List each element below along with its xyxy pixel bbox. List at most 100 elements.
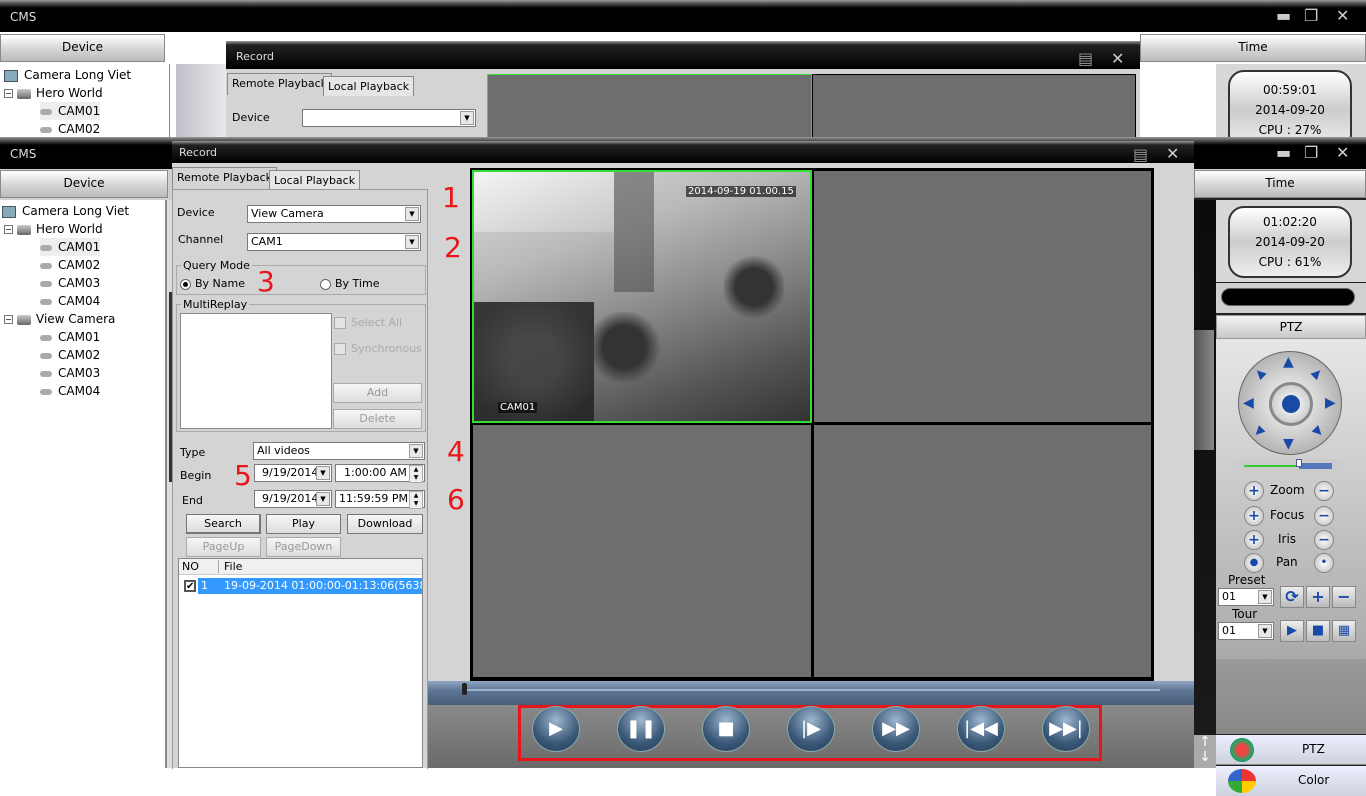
ptz-center[interactable] [1269, 382, 1313, 426]
page-up-button[interactable]: PageUp [186, 537, 261, 557]
type-select[interactable]: All videos ▼ [253, 442, 425, 460]
arrow-right-icon[interactable]: ▶ [1325, 395, 1336, 411]
multireplay-list[interactable] [180, 313, 332, 429]
focus-out-button[interactable]: − [1314, 506, 1334, 526]
download-button[interactable]: Download [347, 514, 423, 534]
maximize-icon[interactable]: ▤ [1078, 51, 1093, 67]
zoom-out-button[interactable]: − [1314, 481, 1334, 501]
collapse-icon[interactable]: − [4, 225, 13, 234]
tree-node[interactable]: Hero World [36, 86, 103, 100]
back-tab-local-playback[interactable]: Local Playback [323, 76, 415, 96]
close-icon[interactable]: ✕ [1111, 51, 1124, 67]
video-cell[interactable] [813, 170, 1152, 423]
minimize-icon[interactable]: ▬ [1276, 145, 1291, 161]
arrow-left-icon[interactable]: ◀ [1243, 395, 1254, 411]
tree-node-hero-world[interactable]: Hero World [36, 222, 103, 236]
table-row[interactable]: ✔ 1 19-09-2014 01:00:00-01:13:06(56384KB [179, 578, 422, 594]
tab-remote-playback[interactable]: Remote Playback [172, 167, 278, 189]
arrow-up-icon[interactable]: ▲ [1283, 354, 1294, 370]
restore-icon[interactable]: ❐ [1304, 145, 1318, 161]
close-icon[interactable]: ✕ [1336, 145, 1349, 161]
begin-date-picker[interactable]: 9/19/2014 ▼ [254, 464, 332, 482]
tour-grid-button[interactable]: ▦ [1332, 620, 1356, 642]
iris-close-button[interactable]: − [1314, 530, 1334, 550]
search-button[interactable]: Search [186, 514, 261, 534]
focus-in-button[interactable]: + [1244, 506, 1264, 526]
begin-time-spinner[interactable]: ▲ ▼ [409, 465, 423, 483]
tour-select[interactable]: 01 ▼ [1218, 622, 1274, 640]
tree-leaf-camera[interactable]: CAM02 [58, 348, 100, 362]
add-button[interactable]: Add [333, 383, 422, 403]
tree-leaf[interactable]: CAM01 [58, 104, 100, 118]
tree-leaf-camera[interactable]: CAM02 [58, 258, 100, 272]
collapse-icon[interactable]: − [4, 315, 13, 324]
restore-icon[interactable]: ❐ [1304, 8, 1318, 24]
minimize-icon[interactable]: ▬ [1276, 8, 1291, 24]
radio-by-name[interactable]: By Name [180, 278, 245, 290]
ptz-speed-slider[interactable] [1238, 459, 1338, 473]
collapse-icon[interactable]: − [4, 89, 13, 98]
close-icon[interactable]: ✕ [1166, 146, 1179, 162]
end-date-picker[interactable]: 9/19/2014 ▼ [254, 490, 332, 508]
play-button[interactable]: Play [266, 514, 341, 534]
delete-button[interactable]: Delete [333, 409, 422, 429]
arrow-down-icon[interactable]: ▼ [1283, 436, 1294, 452]
arrow-up-left-icon[interactable]: ▲ [1251, 365, 1267, 381]
pan-start-button[interactable]: ● [1244, 553, 1264, 573]
timeline-track[interactable] [462, 689, 1160, 691]
tour-stop-button[interactable]: ■ [1306, 620, 1330, 642]
maximize-icon[interactable]: ▤ [1133, 147, 1148, 163]
tree-leaf-camera[interactable]: CAM03 [58, 366, 100, 380]
page-down-button[interactable]: PageDown [266, 537, 341, 557]
zoom-in-button[interactable]: + [1244, 481, 1264, 501]
play-button[interactable]: ▶ [532, 706, 580, 752]
tree-root[interactable]: Camera Long Viet [22, 204, 129, 218]
stop-button[interactable]: ■ [702, 706, 750, 752]
close-icon[interactable]: ✕ [1336, 8, 1349, 24]
video-cell-active[interactable]: 2014-09-19 01.00.15 CAM01 [472, 170, 812, 423]
next-button[interactable]: ▶▶| [1042, 706, 1090, 752]
tour-play-button[interactable]: ▶ [1280, 620, 1304, 642]
preset-add-button[interactable]: + [1306, 586, 1330, 608]
tree-leaf-camera[interactable]: CAM01 [58, 240, 100, 254]
preset-select[interactable]: 01 ▼ [1218, 588, 1274, 606]
tab-local-playback[interactable]: Local Playback [269, 170, 361, 190]
bottom-tab-color[interactable]: Color [1216, 766, 1366, 796]
device-select[interactable]: View Camera ▼ [247, 205, 421, 223]
step-frame-button[interactable]: |▶ [787, 706, 835, 752]
ptz-speed-thumb[interactable] [1295, 459, 1302, 467]
ptz-direction-pad[interactable]: ▲ ▼ ◀ ▶ ▲ ▲ ▼ ▼ [1238, 351, 1342, 455]
column-header-file[interactable]: File [224, 560, 242, 573]
arrow-up-right-icon[interactable]: ▲ [1309, 365, 1325, 381]
pan-stop-button[interactable]: • [1314, 553, 1334, 573]
timeline-bar[interactable] [428, 681, 1194, 705]
video-cell[interactable] [472, 424, 812, 678]
video-cell[interactable] [813, 424, 1152, 678]
timeline-thumb[interactable] [461, 683, 467, 695]
arrow-down-left-icon[interactable]: ▼ [1251, 423, 1267, 439]
pause-button[interactable]: ❚❚ [617, 706, 665, 752]
tree-leaf[interactable]: CAM02 [58, 122, 100, 136]
back-video-cell[interactable] [812, 74, 1136, 137]
end-time-spinner[interactable]: ▲ ▼ [409, 491, 423, 509]
back-device-select[interactable]: ▼ [302, 109, 476, 127]
column-header-no[interactable]: NO [182, 560, 219, 573]
select-all-checkbox[interactable]: Select All [334, 316, 402, 329]
arrow-down-right-icon[interactable]: ▼ [1309, 423, 1325, 439]
preset-remove-button[interactable]: − [1332, 586, 1356, 608]
fast-forward-button[interactable]: ▶▶ [872, 706, 920, 752]
back-tab-remote-playback[interactable]: Remote Playback [227, 73, 333, 95]
back-video-cell[interactable] [487, 74, 812, 137]
radio-by-time[interactable]: By Time [320, 278, 379, 290]
tree-leaf-camera[interactable]: CAM03 [58, 276, 100, 290]
channel-select[interactable]: CAM1 ▼ [247, 233, 421, 251]
bottom-tab-ptz[interactable]: PTZ [1216, 735, 1366, 765]
preset-goto-button[interactable]: ⟳ [1280, 586, 1304, 608]
tree-leaf-camera[interactable]: CAM04 [58, 384, 100, 398]
tree-leaf-camera[interactable]: CAM04 [58, 294, 100, 308]
row-checkbox-checked-icon[interactable]: ✔ [184, 580, 196, 592]
iris-open-button[interactable]: + [1244, 530, 1264, 550]
tree-node-view-camera[interactable]: View Camera [36, 312, 115, 326]
tree-leaf-camera[interactable]: CAM01 [58, 330, 100, 344]
previous-button[interactable]: |◀◀ [957, 706, 1005, 752]
